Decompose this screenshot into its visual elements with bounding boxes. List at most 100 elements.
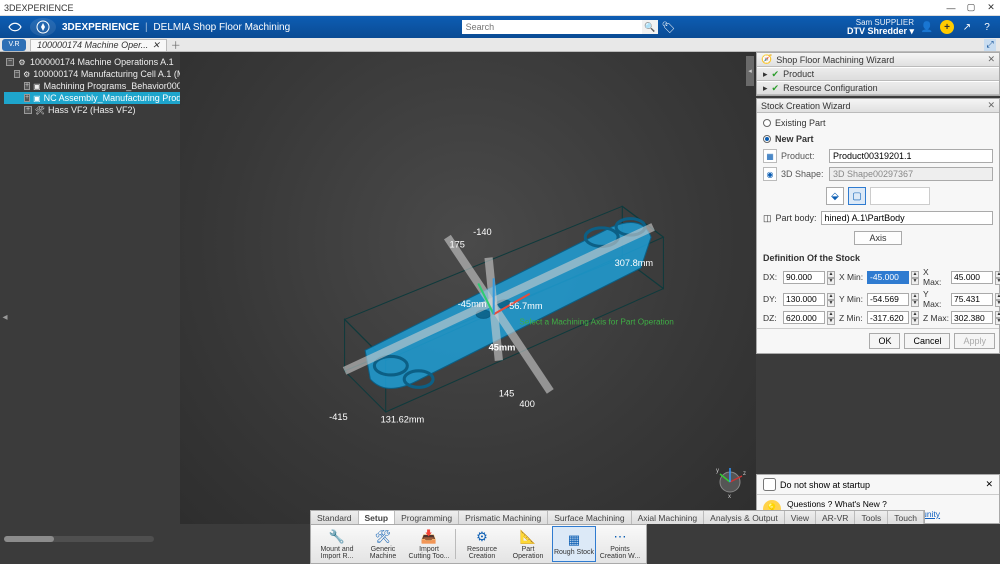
- zmin-field[interactable]: [867, 311, 909, 324]
- svg-text:Select a Machining Axis for Pa: Select a Machining Axis for Part Operati…: [519, 318, 674, 327]
- brand-title: 3DEXPERIENCE | DELMIA Shop Floor Machini…: [62, 22, 290, 33]
- actionbar-tool[interactable]: ⚙Resource Creation: [460, 526, 504, 562]
- panel-close-icon[interactable]: ✕: [987, 54, 995, 65]
- ymin-field[interactable]: [867, 293, 909, 306]
- radio-icon[interactable]: [763, 119, 771, 127]
- ds-logo-icon[interactable]: [6, 18, 24, 36]
- tree-item[interactable]: − ⚙ 100000174 Manufacturing Cell A.1 (Ma…: [4, 68, 180, 80]
- tree-expand-icon[interactable]: +: [24, 82, 30, 90]
- panel-collapse-left-icon[interactable]: ◂: [0, 308, 10, 326]
- panel-close-icon[interactable]: ✕: [985, 479, 993, 490]
- actionbar-tab[interactable]: View: [785, 511, 816, 524]
- actionbar-tool[interactable]: 📐Part Operation: [506, 526, 550, 562]
- wizard-title: Shop Floor Machining Wizard: [776, 55, 894, 65]
- expand-viewport-icon[interactable]: ⤢: [984, 39, 996, 51]
- tree-item[interactable]: + 🛠 Hass VF2 (Hass VF2): [4, 104, 180, 116]
- tab-close-icon[interactable]: ✕: [152, 40, 160, 51]
- hint-checkbox[interactable]: [763, 478, 776, 491]
- actionbar-tab[interactable]: Touch: [888, 511, 924, 524]
- spinner[interactable]: ▲▼: [911, 293, 919, 306]
- view-compass-icon[interactable]: z y x: [710, 460, 750, 500]
- tree-collapse-icon[interactable]: −: [6, 58, 14, 66]
- tree-collapse-icon[interactable]: −: [14, 70, 20, 78]
- spinner[interactable]: ▲▼: [827, 311, 835, 324]
- maximize-icon[interactable]: ▢: [966, 3, 976, 13]
- viewport-3d[interactable]: -140 175 -415 400 307.8mm -45mm 56.7mm 4…: [180, 52, 756, 524]
- actionbar-tool[interactable]: ⋯Points Creation W...: [598, 526, 642, 562]
- tag-icon[interactable]: 🏷: [662, 21, 676, 34]
- chevron-right-icon: ▸: [763, 83, 768, 94]
- actionbar-tab[interactable]: Programming: [395, 511, 459, 524]
- compass-icon[interactable]: [30, 18, 56, 36]
- radio-new-part[interactable]: New Part: [763, 133, 993, 145]
- tree-item[interactable]: + ▣ Machining Programs_Behavior0000…: [4, 80, 180, 92]
- svg-text:131.62mm: 131.62mm: [381, 414, 425, 424]
- stock-mode-rough-icon[interactable]: ⬙: [826, 187, 844, 205]
- share-icon[interactable]: ↗: [960, 20, 974, 34]
- cancel-button[interactable]: Cancel: [904, 333, 950, 349]
- tool-icon: 📐: [520, 529, 536, 545]
- axis-button[interactable]: Axis: [854, 231, 902, 245]
- spinner[interactable]: ▲▼: [995, 293, 1000, 306]
- actionbar-tab[interactable]: Surface Machining: [548, 511, 631, 524]
- wizard-section-product[interactable]: ▸ ✔ Product: [757, 67, 999, 81]
- tree-expand-icon[interactable]: +: [24, 94, 30, 102]
- panel-close-icon[interactable]: ✕: [987, 100, 995, 111]
- dy-field[interactable]: [783, 293, 825, 306]
- chevron-right-icon: ▸: [763, 69, 768, 80]
- radio-icon[interactable]: [763, 135, 771, 143]
- spinner[interactable]: ▲▼: [827, 271, 835, 284]
- actionbar-tab[interactable]: Analysis & Output: [704, 511, 785, 524]
- ymax-field[interactable]: [951, 293, 993, 306]
- close-icon[interactable]: ✕: [986, 3, 996, 13]
- tab-add-icon[interactable]: ＋: [171, 37, 181, 52]
- xmax-field[interactable]: [951, 271, 993, 284]
- search-input[interactable]: [462, 20, 642, 34]
- tree-scrollbar[interactable]: [4, 536, 154, 542]
- partbody-field[interactable]: [821, 211, 993, 225]
- minimize-icon[interactable]: —: [946, 3, 956, 13]
- actionbar-tool[interactable]: 🛠Generic Machine: [361, 526, 405, 562]
- svg-text:z: z: [743, 471, 746, 477]
- spinner[interactable]: ▲▼: [911, 311, 919, 324]
- actionbar-tool[interactable]: 🔧Mount and Import R...: [315, 526, 359, 562]
- radio-existing-part[interactable]: Existing Part: [763, 117, 993, 129]
- product-field[interactable]: [829, 149, 993, 163]
- spinner[interactable]: ▲▼: [827, 293, 835, 306]
- actionbar-tab[interactable]: Standard: [311, 511, 359, 524]
- spinner[interactable]: ▲▼: [995, 271, 1000, 284]
- tree-item-selected[interactable]: + ▣ NC Assembly_Manufacturing Produ…: [4, 92, 180, 104]
- spinner[interactable]: ▲▼: [911, 271, 919, 284]
- dx-field[interactable]: [783, 271, 825, 284]
- apply-button[interactable]: Apply: [954, 333, 995, 349]
- actionbar-tab[interactable]: Prismatic Machining: [459, 511, 548, 524]
- feature-tree[interactable]: − ⚙ 100000174 Machine Operations A.1 − ⚙…: [4, 56, 180, 116]
- zmax-field[interactable]: [951, 311, 993, 324]
- tree-expand-icon[interactable]: +: [24, 106, 32, 114]
- shape-icon: ◉: [763, 167, 777, 181]
- actionbar-tool[interactable]: 📥Import Cutting Too...: [407, 526, 451, 562]
- actionbar-tool[interactable]: ▦Rough Stock: [552, 526, 596, 562]
- add-icon[interactable]: +: [940, 20, 954, 34]
- dz-field[interactable]: [783, 311, 825, 324]
- wizard-section-resource[interactable]: ▸ ✔ Resource Configuration: [757, 81, 999, 95]
- sidebar-toggle-icon[interactable]: ◂: [746, 56, 754, 86]
- ok-button[interactable]: OK: [869, 333, 900, 349]
- actionbar: 🔧Mount and Import R...🛠Generic Machine📥I…: [310, 524, 647, 564]
- stock-preview: [870, 187, 930, 205]
- stock-mode-box-icon[interactable]: ▢: [848, 187, 866, 205]
- xmin-field[interactable]: [867, 271, 909, 284]
- actionbar-tab[interactable]: Setup: [359, 511, 396, 524]
- tool-icon: ▦: [568, 532, 580, 548]
- search-button[interactable]: 🔍: [642, 20, 658, 34]
- document-tab[interactable]: 100000174 Machine Oper...✕: [30, 39, 167, 51]
- vr-chip[interactable]: V.R: [2, 39, 26, 51]
- user-block[interactable]: Sam SUPPLIER DTV Shredder ▾: [847, 19, 914, 36]
- avatar-icon[interactable]: 👤: [920, 20, 934, 34]
- spinner[interactable]: ▲▼: [995, 311, 1000, 324]
- actionbar-tab[interactable]: AR-VR: [816, 511, 855, 524]
- actionbar-tab[interactable]: Tools: [855, 511, 888, 524]
- help-icon[interactable]: ?: [980, 20, 994, 34]
- tree-root[interactable]: − ⚙ 100000174 Machine Operations A.1: [4, 56, 180, 68]
- actionbar-tab[interactable]: Axial Machining: [632, 511, 705, 524]
